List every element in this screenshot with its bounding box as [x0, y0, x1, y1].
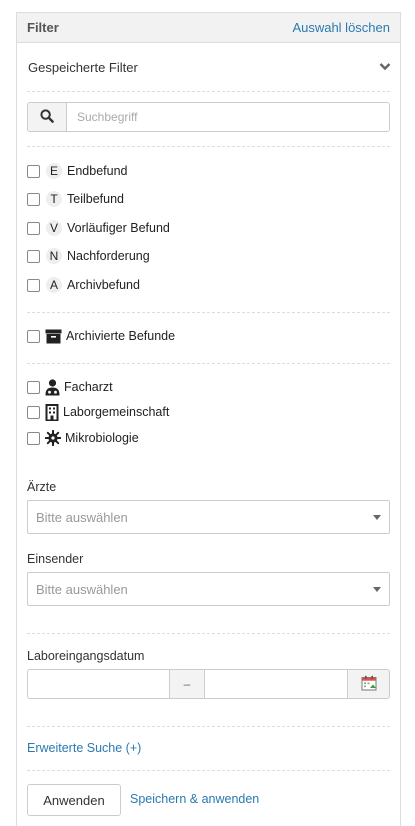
saved-filters-toggle[interactable]: Gespeicherte Filter: [28, 57, 391, 77]
divider: [27, 312, 390, 313]
date-to-input[interactable]: [204, 669, 348, 699]
category-filter-mikrobiologie[interactable]: Mikrobiologie: [27, 428, 139, 448]
checkbox[interactable]: [27, 164, 40, 178]
filter-header: Filter Auswahl löschen: [17, 13, 400, 43]
status-letter-badge: N: [46, 248, 62, 264]
status-filter-teilbefund[interactable]: T Teilbefund: [27, 189, 124, 209]
category-filter-laborgemeinschaft[interactable]: Laborgemeinschaft: [27, 402, 169, 422]
checkbox[interactable]: [27, 249, 40, 263]
checkbox[interactable]: [27, 431, 40, 445]
chevron-down-icon: [379, 60, 391, 74]
category-label: Mikrobiologie: [65, 431, 139, 445]
archived-reports-filter[interactable]: Archivierte Befunde: [27, 326, 175, 346]
status-letter-badge: T: [46, 191, 62, 207]
divider: [27, 770, 390, 771]
date-separator: –: [170, 669, 204, 699]
divider: [27, 146, 390, 147]
saved-filters-label: Gespeicherte Filter: [28, 59, 138, 75]
status-filter-nachforderung[interactable]: N Nachforderung: [27, 246, 150, 266]
search-icon: [40, 108, 54, 126]
filter-panel: Filter Auswahl löschen Gespeicherte Filt…: [16, 12, 401, 826]
extended-search-link[interactable]: Erweiterte Suche (+): [27, 741, 141, 755]
search-group: [27, 102, 390, 132]
clear-selection-link[interactable]: Auswahl löschen: [292, 20, 390, 35]
status-label: Endbefund: [67, 164, 128, 178]
doctors-select[interactable]: Bitte auswählen: [27, 500, 390, 534]
status-label: Teilbefund: [67, 192, 124, 206]
doctor-icon: [45, 378, 60, 396]
doctors-label: Ärzte: [27, 480, 57, 494]
status-label: Vorläufiger Befund: [67, 221, 170, 235]
lab-date-label: Laboreingangsdatum: [27, 649, 145, 663]
checkbox[interactable]: [27, 405, 40, 419]
save-and-apply-link[interactable]: Speichern & anwenden: [130, 792, 259, 806]
date-from-input[interactable]: [27, 669, 170, 699]
status-letter-badge: E: [46, 163, 62, 179]
status-label: Archivbefund: [67, 278, 140, 292]
caret-down-icon: [373, 514, 381, 520]
status-letter-badge: V: [46, 220, 62, 236]
calendar-button[interactable]: [348, 669, 390, 699]
status-filter-archivbefund[interactable]: A Archivbefund: [27, 275, 140, 295]
divider: [27, 91, 390, 92]
category-label: Facharzt: [64, 380, 113, 394]
filter-title: Filter: [27, 20, 59, 35]
status-letter-badge: A: [46, 277, 62, 293]
checkbox[interactable]: [27, 380, 40, 394]
archive-box-icon: [45, 329, 62, 344]
microbe-icon: [45, 430, 61, 446]
category-filter-facharzt[interactable]: Facharzt: [27, 377, 113, 397]
archived-reports-label: Archivierte Befunde: [66, 329, 176, 343]
caret-down-icon: [373, 586, 381, 592]
senders-select-value: Bitte auswählen: [36, 581, 128, 597]
search-input[interactable]: [67, 103, 389, 131]
building-icon: [45, 403, 59, 421]
apply-button[interactable]: Anwenden: [27, 784, 121, 816]
divider: [27, 726, 390, 727]
checkbox[interactable]: [27, 278, 40, 292]
calendar-icon: [361, 675, 377, 694]
date-range: –: [27, 669, 390, 699]
doctors-select-value: Bitte auswählen: [36, 509, 128, 525]
divider: [27, 363, 390, 364]
status-filter-vorlaeufiger-befund[interactable]: V Vorläufiger Befund: [27, 218, 170, 238]
category-label: Laborgemeinschaft: [63, 405, 170, 419]
senders-select[interactable]: Bitte auswählen: [27, 572, 390, 606]
search-button[interactable]: [28, 103, 67, 131]
status-label: Nachforderung: [67, 249, 150, 263]
senders-label: Einsender: [27, 552, 84, 566]
checkbox[interactable]: [27, 221, 40, 235]
checkbox[interactable]: [27, 192, 40, 206]
divider: [27, 633, 390, 634]
checkbox[interactable]: [27, 329, 40, 343]
status-filter-endbefund[interactable]: E Endbefund: [27, 161, 127, 181]
